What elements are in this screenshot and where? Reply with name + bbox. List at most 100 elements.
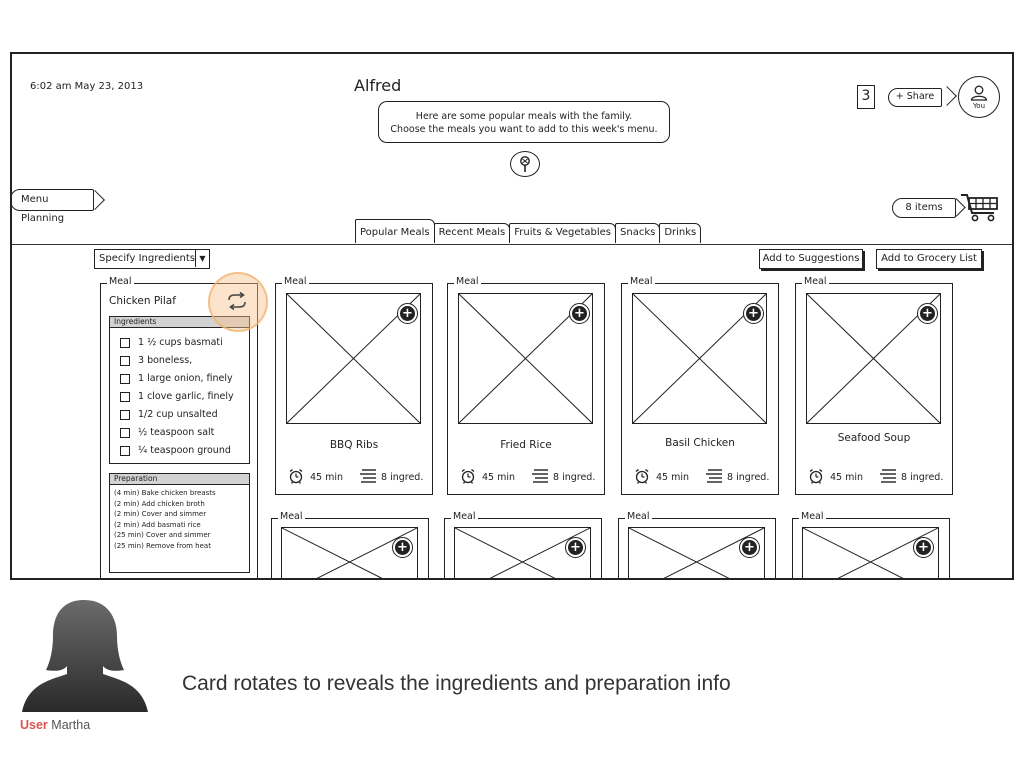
ingredient-count: 8 ingred.	[359, 469, 423, 486]
checkbox[interactable]	[120, 373, 130, 384]
card-label: Meal	[625, 511, 652, 522]
meal-name: BBQ Ribs	[329, 439, 379, 451]
meal-card-fried-rice[interactable]: Meal + Fried Rice 45 min 8 ingred.	[447, 276, 605, 495]
plus-icon: +	[918, 540, 929, 555]
plus-icon: +	[922, 306, 933, 321]
ingredient-item[interactable]: 3 boneless,	[120, 354, 249, 367]
meal-card[interactable]: Meal +	[618, 511, 776, 578]
category-tabs: Popular Meals Recent Meals Fruits & Vege…	[355, 219, 702, 243]
preparation-step: (2 min) Add basmati rice	[114, 520, 201, 529]
ingredient-item[interactable]: 1 clove garlic, finely	[120, 390, 249, 403]
bubble-line-1: Here are some popular meals with the fam…	[415, 111, 633, 122]
plus-icon: +	[744, 540, 755, 555]
preparation-step: (2 min) Cover and simmer	[114, 510, 207, 519]
checkbox[interactable]	[120, 337, 130, 348]
plus-icon: +	[397, 540, 408, 555]
bubble-line-2: Choose the meals you want to add to this…	[390, 124, 658, 135]
user-name: Martha	[51, 718, 91, 732]
user-avatar-button[interactable]: You	[958, 76, 1000, 118]
ingredient-item[interactable]: 1 ½ cups basmati	[120, 336, 249, 349]
persona-silhouette	[20, 598, 150, 716]
add-meal-button[interactable]: +	[743, 303, 764, 324]
meal-card-basil-chicken[interactable]: Meal + Basil Chicken 45 min 8 ingred.	[621, 276, 779, 495]
alarm-clock-icon	[460, 468, 476, 487]
card-label: Meal	[802, 276, 829, 287]
meal-card[interactable]: Meal +	[792, 511, 950, 578]
prep-time: 45 min	[460, 468, 515, 487]
checkbox[interactable]	[120, 409, 130, 420]
card-label: Meal	[799, 511, 826, 522]
ingredients-box: Ingredients 1 ½ cups basmati 3 boneless,…	[109, 316, 250, 464]
cart-items-count[interactable]: 8 items	[892, 198, 956, 218]
meal-card[interactable]: Meal +	[271, 511, 429, 578]
add-to-grocery-list-button[interactable]: Add to Grocery List	[876, 249, 982, 269]
card-label: Meal	[628, 276, 655, 287]
plus-icon: +	[574, 306, 585, 321]
ingredient-count: 8 ingred.	[879, 469, 943, 486]
speech-bubble: Here are some popular meals with the fam…	[378, 101, 670, 143]
meal-card-bbq-ribs[interactable]: Meal + BBQ Ribs 45 min 8 ingred.	[275, 276, 433, 495]
add-meal-button[interactable]: +	[392, 537, 413, 558]
list-icon	[531, 469, 549, 486]
tab-snacks[interactable]: Snacks	[615, 223, 661, 243]
add-meal-button[interactable]: +	[913, 537, 934, 558]
tab-popular-meals[interactable]: Popular Meals	[355, 219, 435, 243]
add-meal-button[interactable]: +	[739, 537, 760, 558]
add-meal-button[interactable]: +	[565, 537, 586, 558]
checkbox[interactable]	[120, 355, 130, 366]
tab-drinks[interactable]: Drinks	[659, 223, 702, 243]
tab-recent-meals[interactable]: Recent Meals	[433, 223, 511, 243]
ingredient-item[interactable]: 1 large onion, finely	[120, 372, 249, 385]
list-icon	[879, 469, 897, 486]
rotate-card-icon[interactable]	[226, 291, 248, 314]
prep-time: 45 min	[634, 468, 689, 487]
assistant-name: Alfred	[354, 76, 402, 95]
preparation-box: Preparation (4 min) Bake chicken breasts…	[109, 473, 250, 573]
microphone-button[interactable]	[510, 151, 540, 177]
meal-name: Basil Chicken	[665, 437, 735, 449]
notification-counter[interactable]: 3	[857, 85, 875, 109]
preparation-step: (25 min) Remove from heat	[114, 541, 211, 550]
add-meal-button[interactable]: +	[569, 303, 590, 324]
ingredient-count: 8 ingred.	[531, 469, 595, 486]
alarm-clock-icon	[808, 468, 824, 487]
ingredient-item[interactable]: ½ teaspoon salt	[120, 426, 249, 439]
mockup-frame: 6:02 am May 23, 2013 Alfred Here are som…	[10, 52, 1014, 580]
preparation-header: Preparation	[110, 474, 249, 485]
menu-planning-button[interactable]: Menu Planning	[12, 189, 94, 224]
ingredient-count: 8 ingred.	[705, 469, 769, 486]
add-meal-button[interactable]: +	[397, 303, 418, 324]
plus-icon: +	[748, 306, 759, 321]
meal-card[interactable]: Meal +	[444, 511, 602, 578]
user-tag: User Martha	[20, 718, 90, 732]
meal-title: Chicken Pilaf	[109, 295, 176, 307]
microphone-icon	[520, 156, 530, 172]
add-to-suggestions-button[interactable]: Add to Suggestions	[759, 249, 863, 269]
prep-time: 45 min	[288, 468, 343, 487]
card-label: Meal	[107, 276, 134, 287]
shopping-cart-icon[interactable]	[960, 192, 1000, 226]
card-label: Meal	[454, 276, 481, 287]
card-label: Meal	[451, 511, 478, 522]
meal-name: Fried Rice	[500, 439, 552, 451]
checkbox[interactable]	[120, 391, 130, 402]
alarm-clock-icon	[634, 468, 650, 487]
ingredient-item[interactable]: 1/2 cup unsalted	[120, 408, 249, 421]
add-meal-button[interactable]: +	[917, 303, 938, 324]
chevron-down-icon: ▼	[195, 250, 209, 267]
tab-fruits-vegetables[interactable]: Fruits & Vegetables	[509, 223, 617, 243]
checkbox[interactable]	[120, 427, 130, 438]
user-role: User	[20, 718, 48, 732]
avatar-label: You	[972, 101, 986, 110]
datetime: 6:02 am May 23, 2013	[30, 81, 144, 92]
meal-card-seafood-soup[interactable]: Meal + Seafood Soup 45 min 8 ingred.	[795, 276, 953, 495]
checkbox[interactable]	[120, 445, 130, 456]
meal-name: Seafood Soup	[837, 432, 911, 444]
ingredient-item[interactable]: ¼ teaspoon ground	[120, 444, 249, 457]
plus-icon: +	[402, 306, 413, 321]
specify-ingredients-select[interactable]: Specify Ingredients ▼	[94, 249, 210, 269]
card-label: Meal	[282, 276, 309, 287]
card-label: Meal	[278, 511, 305, 522]
share-button[interactable]: + Share	[888, 88, 942, 107]
preparation-step: (4 min) Bake chicken breasts	[114, 489, 216, 497]
